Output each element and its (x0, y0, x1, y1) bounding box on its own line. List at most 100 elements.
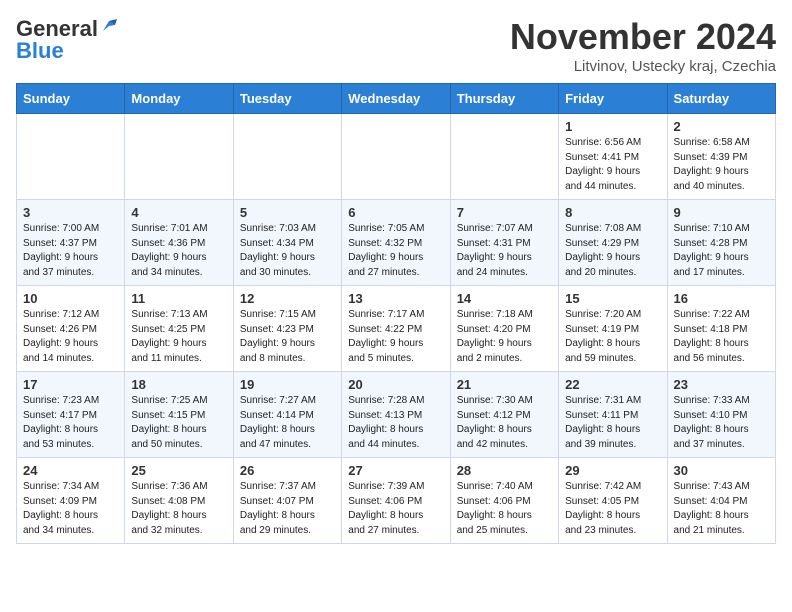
day-of-week-header: Wednesday (342, 84, 450, 114)
calendar-day-cell: 22Sunrise: 7:31 AM Sunset: 4:11 PM Dayli… (559, 372, 667, 458)
calendar-day-cell: 20 Sunrise: 7:28 AM Sunset: 4:13 PM Dayli… (342, 372, 450, 458)
day-info: Sunrise: 7:00 AM Sunset: 4:37 PM Dayligh… (23, 222, 118, 280)
day-info: Sunrise: 7:20 AM Sunset: 4:19 PM Dayligh… (565, 308, 660, 366)
day-number: 12 (240, 291, 335, 306)
calendar-day-cell: 7 Sunrise: 7:07 AM Sunset: 4:31 PM Daylig… (450, 200, 558, 286)
day-number: 10 (23, 291, 118, 306)
calendar-day-cell: 28 Sunrise: 7:40 AM Sunset: 4:06 PM Dayli… (450, 458, 558, 544)
calendar-day-cell: 19Sunrise: 7:27 AM Sunset: 4:14 PM Dayli… (233, 372, 341, 458)
day-info: Sunrise: 6:56 AM Sunset: 4:41 PM Dayligh… (565, 136, 660, 194)
day-info: Sunrise: 7:15 AM Sunset: 4:23 PM Dayligh… (240, 308, 335, 366)
day-number: 28 (457, 463, 552, 478)
day-number: 29 (565, 463, 660, 478)
day-number: 30 (674, 463, 769, 478)
day-number: 6 (348, 205, 443, 220)
day-of-week-header: Friday (559, 84, 667, 114)
day-info: Sunrise: 6:58 AM Sunset: 4:39 PM Dayligh… (674, 136, 769, 194)
day-number: 8 (565, 205, 660, 220)
calendar-day-cell: 27Sunrise: 7:39 AM Sunset: 4:06 PM Dayli… (342, 458, 450, 544)
day-of-week-header: Saturday (667, 84, 775, 114)
title-block: November 2024 Litvinov, Ustecky kraj, Cz… (510, 16, 776, 75)
day-info: Sunrise: 7:18 AM Sunset: 4:20 PM Dayligh… (457, 308, 552, 366)
day-of-week-header: Thursday (450, 84, 558, 114)
calendar-day-cell: 4Sunrise: 7:01 AM Sunset: 4:36 PM Daylig… (125, 200, 233, 286)
logo: General Blue (16, 16, 117, 64)
calendar-day-cell: 1 Sunrise: 6:56 AM Sunset: 4:41 PM Daylig… (559, 114, 667, 200)
calendar-day-cell: 17 Sunrise: 7:23 AM Sunset: 4:17 PM Dayli… (17, 372, 125, 458)
day-info: Sunrise: 7:30 AM Sunset: 4:12 PM Dayligh… (457, 394, 552, 452)
calendar-day-cell: 26 Sunrise: 7:37 AM Sunset: 4:07 PM Dayli… (233, 458, 341, 544)
calendar-day-cell: 8 Sunrise: 7:08 AM Sunset: 4:29 PM Daylig… (559, 200, 667, 286)
calendar-day-cell (450, 114, 558, 200)
calendar-day-cell: 5Sunrise: 7:03 AM Sunset: 4:34 PM Daylig… (233, 200, 341, 286)
day-info: Sunrise: 7:36 AM Sunset: 4:08 PM Dayligh… (131, 480, 226, 538)
calendar-day-cell: 12 Sunrise: 7:15 AM Sunset: 4:23 PM Dayli… (233, 286, 341, 372)
day-number: 25 (131, 463, 226, 478)
calendar-day-cell: 13 Sunrise: 7:17 AM Sunset: 4:22 PM Dayli… (342, 286, 450, 372)
calendar-day-cell: 18Sunrise: 7:25 AM Sunset: 4:15 PM Dayli… (125, 372, 233, 458)
calendar-day-cell: 14Sunrise: 7:18 AM Sunset: 4:20 PM Dayli… (450, 286, 558, 372)
day-of-week-header: Sunday (17, 84, 125, 114)
calendar-week-row: 17 Sunrise: 7:23 AM Sunset: 4:17 PM Dayli… (17, 372, 776, 458)
day-info: Sunrise: 7:40 AM Sunset: 4:06 PM Dayligh… (457, 480, 552, 538)
day-info: Sunrise: 7:42 AM Sunset: 4:05 PM Dayligh… (565, 480, 660, 538)
day-number: 3 (23, 205, 118, 220)
day-info: Sunrise: 7:37 AM Sunset: 4:07 PM Dayligh… (240, 480, 335, 538)
day-of-week-header: Monday (125, 84, 233, 114)
calendar-day-cell: 21 Sunrise: 7:30 AM Sunset: 4:12 PM Dayli… (450, 372, 558, 458)
day-info: Sunrise: 7:13 AM Sunset: 4:25 PM Dayligh… (131, 308, 226, 366)
day-info: Sunrise: 7:31 AM Sunset: 4:11 PM Dayligh… (565, 394, 660, 452)
day-info: Sunrise: 7:43 AM Sunset: 4:04 PM Dayligh… (674, 480, 769, 538)
day-number: 24 (23, 463, 118, 478)
calendar-day-cell: 16Sunrise: 7:22 AM Sunset: 4:18 PM Dayli… (667, 286, 775, 372)
location: Litvinov, Ustecky kraj, Czechia (510, 58, 776, 75)
calendar-day-cell (233, 114, 341, 200)
calendar-header-row: SundayMondayTuesdayWednesdayThursdayFrid… (17, 84, 776, 114)
calendar-week-row: 24 Sunrise: 7:34 AM Sunset: 4:09 PM Dayli… (17, 458, 776, 544)
day-info: Sunrise: 7:07 AM Sunset: 4:31 PM Dayligh… (457, 222, 552, 280)
day-info: Sunrise: 7:23 AM Sunset: 4:17 PM Dayligh… (23, 394, 118, 452)
calendar-day-cell: 24 Sunrise: 7:34 AM Sunset: 4:09 PM Dayli… (17, 458, 125, 544)
day-number: 13 (348, 291, 443, 306)
calendar-table: SundayMondayTuesdayWednesdayThursdayFrid… (16, 83, 776, 544)
logo-bird-icon (99, 17, 117, 35)
day-info: Sunrise: 7:34 AM Sunset: 4:09 PM Dayligh… (23, 480, 118, 538)
day-info: Sunrise: 7:03 AM Sunset: 4:34 PM Dayligh… (240, 222, 335, 280)
calendar-day-cell: 11 Sunrise: 7:13 AM Sunset: 4:25 PM Dayli… (125, 286, 233, 372)
logo-blue: Blue (16, 38, 64, 64)
day-number: 11 (131, 291, 226, 306)
day-number: 19 (240, 377, 335, 392)
day-number: 23 (674, 377, 769, 392)
day-number: 1 (565, 119, 660, 134)
month-title: November 2024 (510, 16, 776, 58)
calendar-day-cell: 30 Sunrise: 7:43 AM Sunset: 4:04 PM Dayli… (667, 458, 775, 544)
calendar-day-cell: 6 Sunrise: 7:05 AM Sunset: 4:32 PM Daylig… (342, 200, 450, 286)
calendar-day-cell: 23 Sunrise: 7:33 AM Sunset: 4:10 PM Dayli… (667, 372, 775, 458)
day-info: Sunrise: 7:05 AM Sunset: 4:32 PM Dayligh… (348, 222, 443, 280)
calendar-day-cell: 9Sunrise: 7:10 AM Sunset: 4:28 PM Daylig… (667, 200, 775, 286)
day-info: Sunrise: 7:08 AM Sunset: 4:29 PM Dayligh… (565, 222, 660, 280)
day-info: Sunrise: 7:01 AM Sunset: 4:36 PM Dayligh… (131, 222, 226, 280)
calendar-week-row: 1 Sunrise: 6:56 AM Sunset: 4:41 PM Daylig… (17, 114, 776, 200)
day-number: 20 (348, 377, 443, 392)
day-info: Sunrise: 7:33 AM Sunset: 4:10 PM Dayligh… (674, 394, 769, 452)
calendar-day-cell: 10 Sunrise: 7:12 AM Sunset: 4:26 PM Dayli… (17, 286, 125, 372)
day-info: Sunrise: 7:28 AM Sunset: 4:13 PM Dayligh… (348, 394, 443, 452)
day-number: 7 (457, 205, 552, 220)
day-info: Sunrise: 7:22 AM Sunset: 4:18 PM Dayligh… (674, 308, 769, 366)
day-info: Sunrise: 7:39 AM Sunset: 4:06 PM Dayligh… (348, 480, 443, 538)
calendar-day-cell (17, 114, 125, 200)
day-number: 15 (565, 291, 660, 306)
day-number: 26 (240, 463, 335, 478)
day-of-week-header: Tuesday (233, 84, 341, 114)
calendar-week-row: 10 Sunrise: 7:12 AM Sunset: 4:26 PM Dayli… (17, 286, 776, 372)
calendar-day-cell: 25 Sunrise: 7:36 AM Sunset: 4:08 PM Dayli… (125, 458, 233, 544)
page-header: General Blue November 2024 Litvinov, Ust… (16, 16, 776, 75)
calendar-day-cell: 29 Sunrise: 7:42 AM Sunset: 4:05 PM Dayli… (559, 458, 667, 544)
day-info: Sunrise: 7:12 AM Sunset: 4:26 PM Dayligh… (23, 308, 118, 366)
day-number: 17 (23, 377, 118, 392)
day-number: 21 (457, 377, 552, 392)
day-info: Sunrise: 7:10 AM Sunset: 4:28 PM Dayligh… (674, 222, 769, 280)
day-info: Sunrise: 7:17 AM Sunset: 4:22 PM Dayligh… (348, 308, 443, 366)
calendar-day-cell: 3 Sunrise: 7:00 AM Sunset: 4:37 PM Daylig… (17, 200, 125, 286)
